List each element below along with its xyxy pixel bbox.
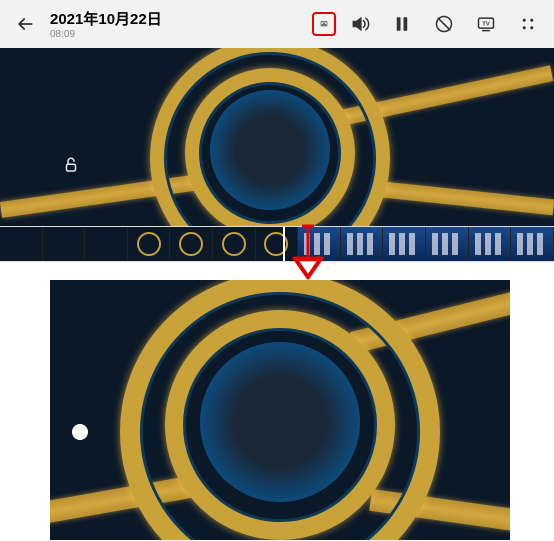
timeline-playhead[interactable] — [283, 227, 285, 262]
timeline-thumb[interactable] — [469, 227, 512, 261]
timeline-thumb[interactable] — [341, 227, 384, 261]
video-frame-content — [50, 280, 510, 540]
title-block: 2021年10月22日 08:09 — [50, 8, 304, 40]
timeline-thumbnail-strip[interactable] — [0, 226, 554, 262]
pause-icon — [393, 15, 411, 33]
back-arrow-icon — [15, 14, 35, 34]
svg-text:TV: TV — [482, 22, 490, 28]
timeline-thumb[interactable] — [0, 227, 43, 261]
orientation-lock-indicator[interactable] — [62, 156, 80, 174]
timeline-thumb[interactable] — [213, 227, 256, 261]
pause-button[interactable] — [390, 12, 414, 36]
video-date-title: 2021年10月22日 — [50, 8, 304, 29]
video-time-subtitle: 08:09 — [50, 29, 304, 40]
more-menu-button[interactable] — [516, 12, 540, 36]
video-preview-top[interactable] — [0, 48, 554, 226]
scissors-icon — [320, 14, 328, 34]
volume-icon — [350, 14, 370, 34]
rotate-lock-icon — [434, 14, 454, 34]
timeline-thumb[interactable] — [43, 227, 86, 261]
screenshot-button[interactable] — [312, 12, 336, 36]
cast-button[interactable]: TV — [474, 12, 498, 36]
timeline-thumb[interactable] — [511, 227, 554, 261]
timeline-thumb[interactable] — [383, 227, 426, 261]
timeline-thumb[interactable] — [85, 227, 128, 261]
cast-tv-icon: TV — [476, 14, 496, 34]
recording-indicator — [72, 424, 88, 440]
video-preview-bottom[interactable] — [50, 280, 510, 540]
toolbar: TV — [318, 12, 540, 36]
video-frame-content — [0, 48, 554, 226]
lock-icon — [62, 156, 80, 174]
more-dots-icon — [519, 15, 537, 33]
rotate-lock-button[interactable] — [432, 12, 456, 36]
top-bar: 2021年10月22日 08:09 TV — [0, 0, 554, 48]
volume-button[interactable] — [348, 12, 372, 36]
timeline-thumb[interactable] — [170, 227, 213, 261]
annotation-arrow-down — [288, 224, 328, 280]
back-button[interactable] — [14, 13, 36, 35]
timeline-thumb[interactable] — [426, 227, 469, 261]
timeline-thumb[interactable] — [128, 227, 171, 261]
